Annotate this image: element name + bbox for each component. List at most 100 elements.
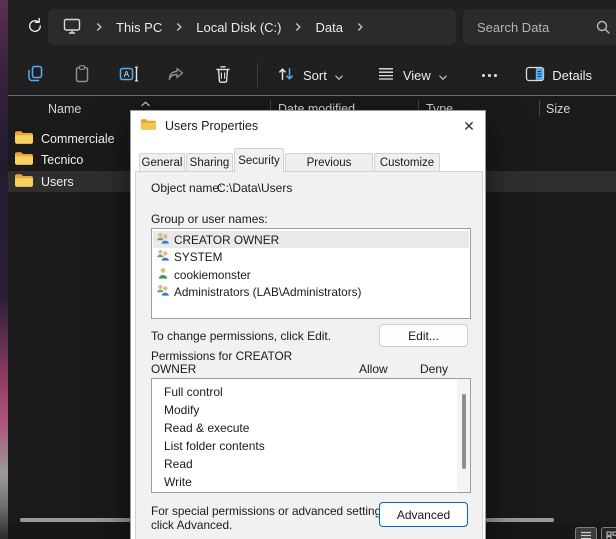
toolbar-separator bbox=[257, 63, 258, 87]
sort-ascending-caret-icon bbox=[140, 96, 151, 110]
desktop-wallpaper-strip bbox=[0, 0, 8, 539]
copy-button[interactable] bbox=[14, 59, 56, 91]
advanced-hint-line1: For special permissions or advanced sett… bbox=[151, 505, 390, 519]
user-item-label: cookiemonster bbox=[174, 268, 251, 282]
folder-icon bbox=[14, 130, 33, 148]
paste-button[interactable] bbox=[61, 59, 103, 91]
tab-security[interactable]: Security bbox=[234, 148, 284, 173]
chevron-down-icon bbox=[334, 69, 344, 84]
search-icon bbox=[595, 19, 611, 38]
folder-icon bbox=[140, 118, 156, 134]
chevron-down-icon bbox=[438, 69, 448, 84]
delete-button[interactable] bbox=[202, 59, 244, 91]
delete-icon bbox=[214, 64, 232, 87]
this-pc-monitor-icon bbox=[62, 17, 82, 38]
rename-icon: A bbox=[118, 64, 140, 87]
sort-label: Sort bbox=[303, 68, 327, 83]
details-label: Details bbox=[552, 68, 592, 83]
column-header-size[interactable]: Size bbox=[546, 102, 570, 116]
details-view-toggle-button[interactable] bbox=[575, 527, 597, 539]
group-icon bbox=[156, 249, 170, 265]
dialog-title-bar: Users Properties bbox=[131, 111, 485, 141]
column-header-name[interactable]: Name bbox=[48, 102, 81, 116]
object-name-value: C:\Data\Users bbox=[217, 181, 292, 195]
advanced-hint-line2: click Advanced. bbox=[151, 519, 232, 533]
share-button[interactable] bbox=[155, 59, 197, 91]
search-placeholder: Search Data bbox=[477, 20, 549, 35]
dialog-title: Users Properties bbox=[165, 119, 258, 133]
permission-read[interactable]: Read bbox=[164, 455, 193, 473]
sort-button[interactable]: Sort bbox=[266, 59, 354, 91]
details-pane-icon bbox=[525, 66, 545, 85]
object-name-label: Object name: bbox=[151, 181, 222, 195]
edit-button[interactable]: Edit... bbox=[379, 324, 468, 347]
chevron-right-icon bbox=[294, 20, 302, 35]
permission-read-execute[interactable]: Read & execute bbox=[164, 419, 249, 437]
tab-sharing[interactable]: Sharing bbox=[186, 153, 233, 172]
view-button[interactable]: View bbox=[366, 59, 458, 91]
user-item-cookiemonster[interactable]: cookiemonster bbox=[153, 266, 469, 283]
refresh-button[interactable] bbox=[21, 13, 49, 41]
rename-button[interactable]: A bbox=[108, 59, 150, 91]
large-icons-view-toggle-button[interactable] bbox=[601, 527, 616, 539]
allow-column-label: Allow bbox=[359, 362, 388, 376]
group-item-administrators[interactable]: Administrators (LAB\Administrators) bbox=[153, 284, 469, 301]
permissions-scrollbar[interactable] bbox=[457, 379, 470, 492]
chevron-right-icon bbox=[356, 20, 364, 35]
screenshot-root: This PC Local Disk (C:) Data Search Data bbox=[0, 0, 616, 539]
column-separator[interactable] bbox=[539, 100, 540, 117]
tab-previous-versions[interactable]: Previous Versions bbox=[285, 153, 373, 172]
group-item-system[interactable]: SYSTEM bbox=[153, 249, 469, 266]
tab-general[interactable]: General bbox=[139, 153, 185, 172]
permission-special-permissions[interactable]: Special permissions bbox=[164, 491, 271, 493]
view-icon bbox=[376, 66, 396, 85]
command-toolbar: A Sort View bbox=[8, 55, 616, 95]
chevron-right-icon bbox=[95, 20, 103, 35]
permission-list-folder-contents[interactable]: List folder contents bbox=[164, 437, 265, 455]
group-icon bbox=[156, 232, 170, 248]
group-icon bbox=[156, 284, 170, 300]
paste-icon bbox=[72, 64, 92, 87]
more-options-icon bbox=[482, 74, 485, 77]
close-icon[interactable]: ✕ bbox=[458, 116, 480, 136]
group-item-label: Administrators (LAB\Administrators) bbox=[174, 285, 362, 299]
sort-icon bbox=[276, 65, 296, 86]
search-input[interactable]: Search Data bbox=[463, 9, 616, 45]
permission-full-control[interactable]: Full control bbox=[164, 383, 223, 401]
folder-icon bbox=[14, 173, 33, 191]
deny-column-label: Deny bbox=[420, 362, 448, 376]
group-item-creator-owner[interactable]: CREATOR OWNER bbox=[153, 231, 469, 248]
folder-name: Users bbox=[41, 175, 74, 189]
breadcrumb-item-data[interactable]: Data bbox=[315, 20, 342, 35]
user-icon bbox=[156, 267, 170, 283]
group-list-label: Group or user names: bbox=[151, 212, 268, 226]
edit-hint-text: To change permissions, click Edit. bbox=[151, 329, 331, 343]
details-view-icon bbox=[580, 528, 592, 539]
details-pane-button[interactable]: Details bbox=[515, 59, 602, 91]
folder-name: Tecnico bbox=[41, 153, 83, 167]
breadcrumb[interactable]: This PC Local Disk (C:) Data bbox=[48, 9, 456, 45]
group-item-label: CREATOR OWNER bbox=[174, 233, 279, 247]
share-icon bbox=[166, 64, 186, 87]
refresh-icon bbox=[26, 17, 44, 38]
permission-write[interactable]: Write bbox=[164, 473, 192, 491]
users-properties-dialog: Users Properties ✕ General Sharing Secur… bbox=[130, 110, 486, 539]
breadcrumb-item-this-pc[interactable]: This PC bbox=[116, 20, 162, 35]
group-user-listbox[interactable]: CREATOR OWNER SYSTEM cookiemonster Admin… bbox=[151, 228, 471, 319]
group-item-label: SYSTEM bbox=[174, 250, 223, 264]
tab-customize[interactable]: Customize bbox=[374, 153, 440, 172]
large-icons-view-icon bbox=[606, 528, 616, 539]
chevron-right-icon bbox=[175, 20, 183, 35]
more-options-button[interactable] bbox=[470, 59, 510, 91]
permissions-scrollbar-thumb[interactable] bbox=[462, 394, 466, 469]
permissions-for-label-line2: OWNER bbox=[151, 363, 196, 377]
address-bar: This PC Local Disk (C:) Data Search Data bbox=[8, 0, 616, 55]
svg-text:A: A bbox=[124, 69, 130, 79]
breadcrumb-item-local-disk-c[interactable]: Local Disk (C:) bbox=[196, 20, 281, 35]
advanced-button[interactable]: Advanced bbox=[379, 502, 468, 527]
copy-icon bbox=[25, 64, 45, 87]
permission-modify[interactable]: Modify bbox=[164, 401, 199, 419]
permissions-listbox[interactable]: Full control Modify Read & execute List … bbox=[151, 378, 471, 493]
folder-name: Commerciale bbox=[41, 132, 115, 146]
view-label: View bbox=[403, 68, 431, 83]
